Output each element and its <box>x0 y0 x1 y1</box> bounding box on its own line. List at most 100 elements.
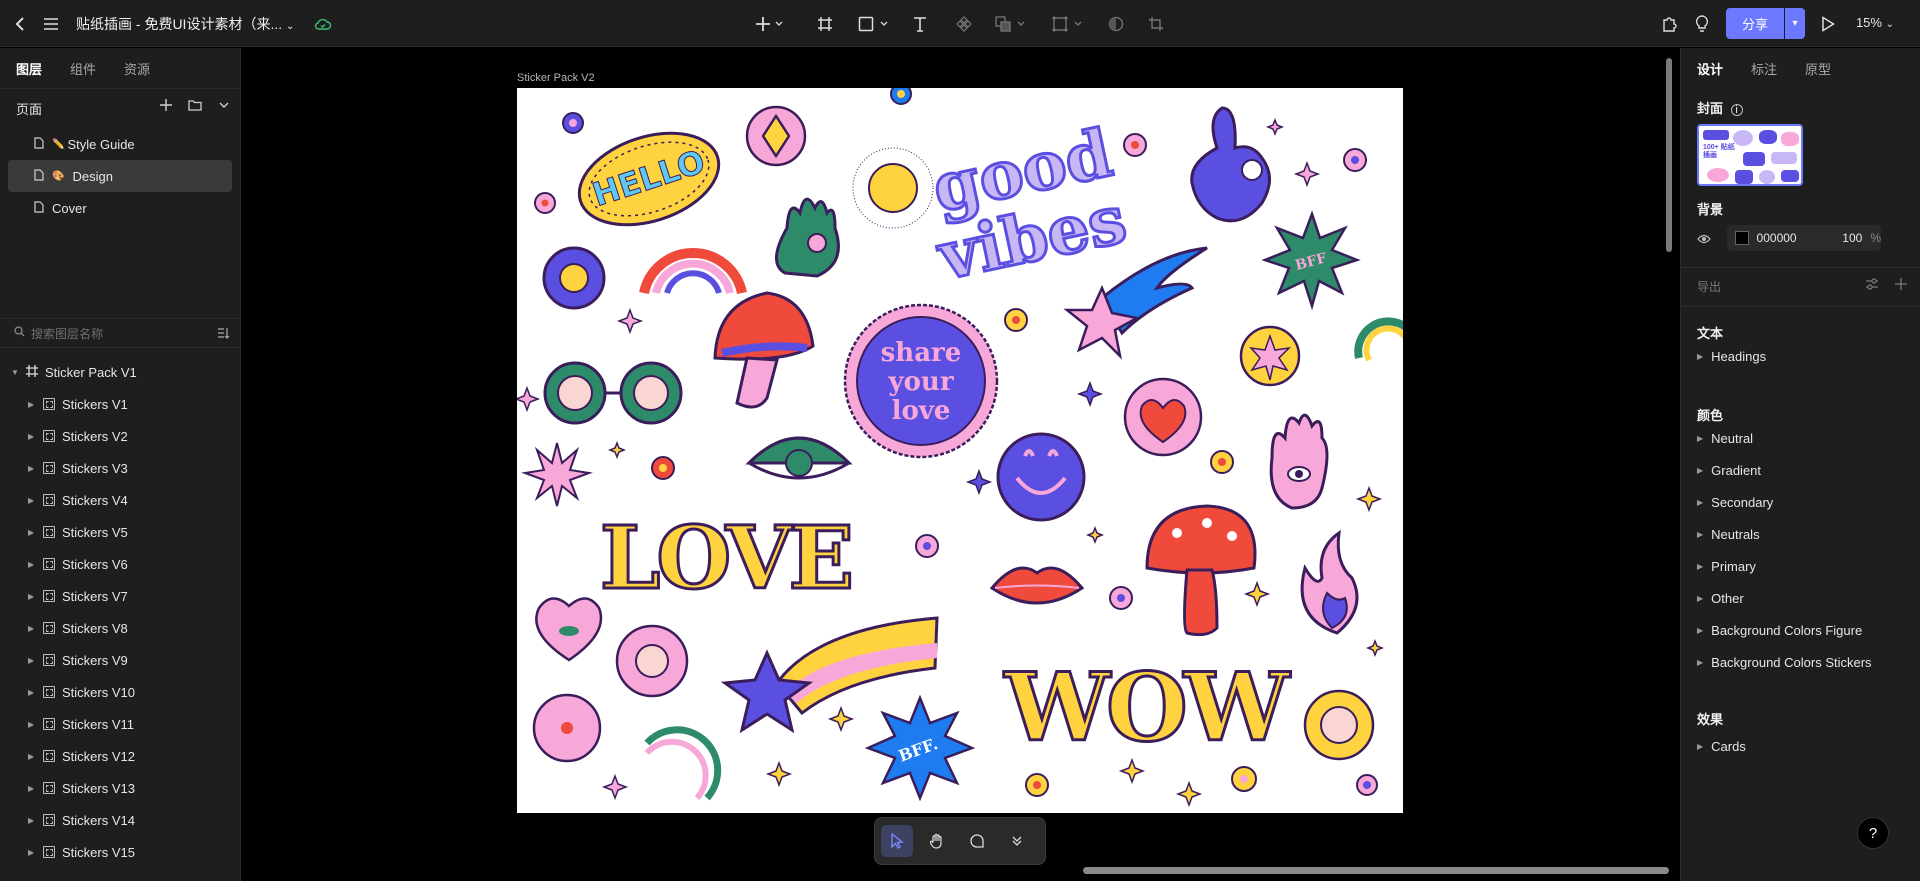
frame-tool-icon[interactable] <box>814 12 836 36</box>
component-icon[interactable] <box>953 12 975 36</box>
chevron-down-icon[interactable] <box>218 99 230 114</box>
layer-item[interactable]: ▶ Stickers V4 <box>0 484 241 516</box>
chevron-double-down-icon[interactable] <box>1001 825 1033 857</box>
back-icon[interactable] <box>10 12 30 36</box>
layer-item[interactable]: ▶ Stickers V15 <box>0 836 241 868</box>
layer-item[interactable]: ▶ Stickers V9 <box>0 644 241 676</box>
tab-components[interactable]: 组件 <box>70 59 96 78</box>
style-item-color[interactable]: ▶ Other <box>1697 591 1744 606</box>
cover-thumb-text: 100+ 贴纸插画 <box>1703 144 1735 159</box>
caret-right-icon[interactable]: ▶ <box>28 560 36 569</box>
layer-item[interactable]: ▶ Stickers V11 <box>0 708 241 740</box>
layer-search[interactable]: 搜索图层名称 <box>0 318 241 348</box>
eye-sticker <box>745 436 853 480</box>
add-tool-icon[interactable] <box>752 12 788 36</box>
style-item-cards[interactable]: ▶ Cards <box>1697 739 1746 754</box>
add-export-icon[interactable] <box>1895 278 1907 293</box>
share-dropdown-button[interactable]: ▾ <box>1785 8 1805 39</box>
caret-right-icon[interactable]: ▶ <box>28 752 36 761</box>
layer-item[interactable]: ▶ Stickers V14 <box>0 804 241 836</box>
play-icon[interactable] <box>1817 12 1839 36</box>
bg-opacity[interactable]: 100 <box>1833 231 1862 245</box>
folder-icon[interactable] <box>188 99 202 114</box>
hand-tool-icon[interactable] <box>921 825 953 857</box>
style-item-color[interactable]: ▶ Background Colors Figure <box>1697 623 1862 638</box>
filter-icon[interactable] <box>217 327 231 342</box>
layer-item[interactable]: ▶ Stickers V10 <box>0 676 241 708</box>
zoom-dropdown[interactable]: 15% ⌄ <box>1856 15 1894 30</box>
style-item-headings[interactable]: ▶ Headings <box>1697 349 1766 364</box>
spotted-mushroom-sticker <box>1145 504 1257 637</box>
tab-prototype[interactable]: 原型 <box>1805 59 1831 78</box>
cover-thumbnail[interactable]: 100+ 贴纸插画 <box>1697 124 1803 186</box>
caret-right-icon[interactable]: ▶ <box>28 528 36 537</box>
frame-icon <box>43 718 55 730</box>
add-page-icon[interactable] <box>160 99 172 114</box>
frame-label[interactable]: Sticker Pack V2 <box>517 72 595 84</box>
caret-right-icon[interactable]: ▶ <box>28 400 36 409</box>
help-button[interactable]: ? <box>1857 817 1889 849</box>
rectangle-tool-icon[interactable] <box>856 12 892 36</box>
layer-root[interactable]: ▼ Sticker Pack V1 <box>0 356 241 388</box>
layer-item[interactable]: ▶ Stickers V7 <box>0 580 241 612</box>
caret-right-icon[interactable]: ▶ <box>28 656 36 665</box>
hello-sticker: HELLO <box>577 131 721 227</box>
comment-tool-icon[interactable] <box>961 825 993 857</box>
caret-right-icon[interactable]: ▶ <box>28 688 36 697</box>
vertical-scrollbar[interactable] <box>1666 58 1672 252</box>
caret-down-icon[interactable]: ▼ <box>11 368 19 377</box>
layers-panel: 图层 组件 资源 页面 ✏️ Style Guide 🎨 Design Cove… <box>0 48 241 881</box>
select-tool-icon[interactable] <box>881 825 913 857</box>
style-item-color[interactable]: ▶ Gradient <box>1697 463 1761 478</box>
document-title[interactable]: 贴纸插画 - 免费UI设计素材（来... ⌄ <box>76 14 294 34</box>
layer-item[interactable]: ▶ Stickers V3 <box>0 452 241 484</box>
tab-layers[interactable]: 图层 <box>16 59 42 78</box>
bg-hex[interactable]: 000000 <box>1757 231 1834 245</box>
style-item-color[interactable]: ▶ Background Colors Stickers <box>1697 655 1872 670</box>
caret-right-icon[interactable]: ▶ <box>28 496 36 505</box>
settings-sliders-icon[interactable] <box>1865 278 1879 293</box>
caret-right-icon[interactable]: ▶ <box>28 848 36 857</box>
text-tool-icon[interactable] <box>909 12 931 36</box>
eye-icon[interactable] <box>1697 232 1711 247</box>
mask-icon[interactable] <box>1050 12 1086 36</box>
layer-item[interactable]: ▶ Stickers V2 <box>0 420 241 452</box>
caret-right-icon[interactable]: ▶ <box>28 784 36 793</box>
caret-right-icon[interactable]: ▶ <box>28 720 36 729</box>
background-color-field[interactable]: 000000 100 % <box>1727 225 1881 251</box>
circle-fill-icon[interactable] <box>1105 12 1127 36</box>
style-item-color[interactable]: ▶ Secondary <box>1697 495 1773 510</box>
boolean-icon[interactable] <box>993 12 1029 36</box>
page-item-style-guide[interactable]: ✏️ Style Guide <box>8 128 232 160</box>
info-icon[interactable]: i <box>1730 104 1743 116</box>
layer-item[interactable]: ▶ Stickers V1 <box>0 388 241 420</box>
menu-icon[interactable] <box>40 12 62 36</box>
layer-item[interactable]: ▶ Stickers V5 <box>0 516 241 548</box>
page-item-cover[interactable]: Cover <box>8 192 232 224</box>
layer-item[interactable]: ▶ Stickers V13 <box>0 772 241 804</box>
plugin-icon[interactable] <box>1658 12 1680 36</box>
caret-right-icon[interactable]: ▶ <box>28 816 36 825</box>
artboard-sticker-pack[interactable]: HELLO good vibes share your love BFF LOV… <box>517 88 1403 813</box>
caret-right-icon[interactable]: ▶ <box>28 432 36 441</box>
caret-right-icon[interactable]: ▶ <box>28 464 36 473</box>
layer-item[interactable]: ▶ Stickers V8 <box>0 612 241 644</box>
layer-item[interactable]: ▶ Stickers V6 <box>0 548 241 580</box>
caret-right-icon[interactable]: ▶ <box>28 592 36 601</box>
page-item-design[interactable]: 🎨 Design <box>8 160 232 192</box>
style-item-color[interactable]: ▶ Primary <box>1697 559 1756 574</box>
frame-icon <box>43 654 55 666</box>
caret-right-icon[interactable]: ▶ <box>28 624 36 633</box>
horizontal-scrollbar[interactable] <box>1083 867 1669 874</box>
tab-design[interactable]: 设计 <box>1697 59 1723 78</box>
color-swatch[interactable] <box>1735 231 1749 245</box>
style-item-color[interactable]: ▶ Neutral <box>1697 431 1753 446</box>
tab-assets[interactable]: 资源 <box>124 59 150 78</box>
style-item-color[interactable]: ▶ Neutrals <box>1697 527 1760 542</box>
tab-annotate[interactable]: 标注 <box>1751 59 1777 78</box>
design-panel: 设计 标注 原型 封面 i 100+ 贴纸插画 背景 000000 100 % … <box>1680 48 1920 881</box>
share-button[interactable]: 分享 <box>1726 8 1784 39</box>
crop-icon[interactable] <box>1145 12 1167 36</box>
lightbulb-icon[interactable] <box>1691 12 1713 36</box>
layer-item[interactable]: ▶ Stickers V12 <box>0 740 241 772</box>
